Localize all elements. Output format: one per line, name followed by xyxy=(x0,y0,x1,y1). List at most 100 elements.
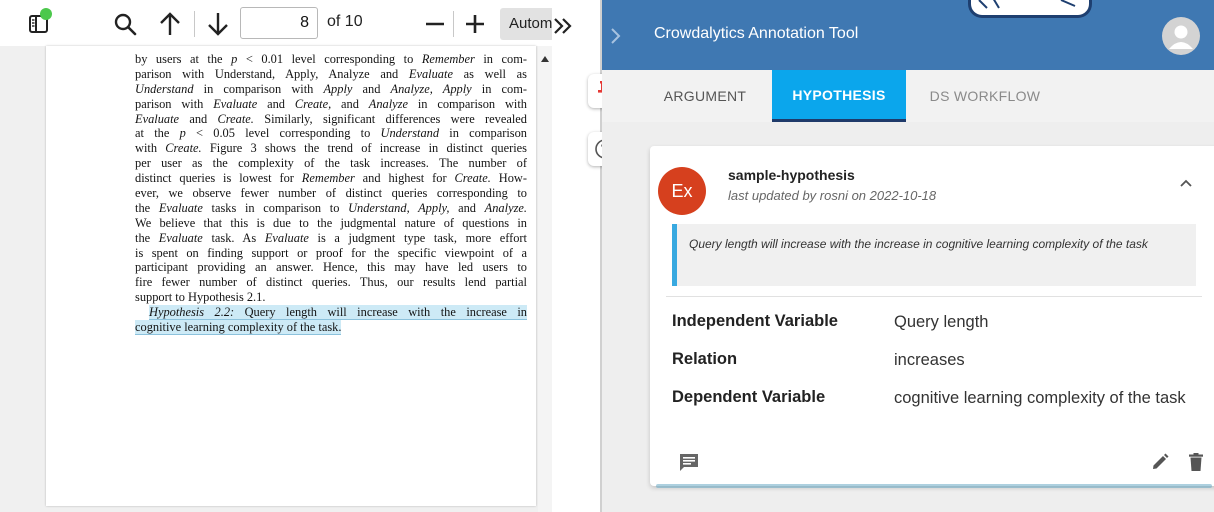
pdf-text-line: with Create. Figure 3 shows the trend of… xyxy=(135,141,527,156)
text-run: fire fewer number of distinct queries. T… xyxy=(135,275,527,290)
pdf-text-line: fire fewer number of distinct queries. T… xyxy=(135,275,527,290)
pdf-scrollbar[interactable] xyxy=(538,46,552,512)
zoom-select[interactable]: Automatic Zoom xyxy=(500,8,552,40)
tab-bar: ARGUMENT HYPOTHESIS DS WORKFLOW xyxy=(602,70,1214,122)
comment-button[interactable] xyxy=(678,452,700,472)
text-run: How- xyxy=(490,171,527,186)
collapse-panel-button[interactable] xyxy=(552,14,574,38)
text-run: Evaluate xyxy=(158,200,203,215)
text-run: in comparison with xyxy=(193,81,324,96)
pdf-text-line: is spent on finding support or proof for… xyxy=(135,246,527,261)
property-value-relation: increases xyxy=(894,351,965,369)
text-run: Remember xyxy=(301,171,355,186)
find-button[interactable] xyxy=(110,9,140,39)
toolbar-divider xyxy=(194,11,195,37)
pdf-text-line: parison with Evaluate and Create, and An… xyxy=(135,97,527,112)
card-subtitle: last updated by rosni on 2022-10-18 xyxy=(728,188,937,203)
text-run: tasks in comparison to xyxy=(202,200,349,215)
chevron-up-icon xyxy=(1180,179,1192,187)
text-run: < 0.01 level corresponding to xyxy=(237,52,422,66)
highlighted-text: Query length will increase with the incr… xyxy=(234,305,527,321)
page-number-input[interactable] xyxy=(240,7,318,39)
hypothesis-quote: Query length will increase with the incr… xyxy=(672,224,1196,286)
plus-icon xyxy=(466,15,484,33)
tab-hypothesis[interactable]: HYPOTHESIS xyxy=(772,70,906,122)
pdf-viewer: of 10 Automatic Zoom by users at the p <… xyxy=(0,0,552,512)
zoom-in-button[interactable] xyxy=(462,10,488,38)
pdf-text-line: participant providing an answer. Hence, … xyxy=(135,260,527,275)
pdf-text-line: support to Hypothesis 2.1. xyxy=(135,290,527,305)
text-run: and xyxy=(331,96,369,111)
page-count-label: of 10 xyxy=(327,13,363,30)
text-run: Analyze. xyxy=(484,200,527,215)
pdf-text-line: at the p < 0.05 level corresponding to U… xyxy=(135,126,527,141)
property-label-dependent-variable: Dependent Variable xyxy=(672,388,826,406)
notification-dot xyxy=(40,8,52,20)
text-run: the xyxy=(135,230,159,245)
pdf-text-line: cognitive learning complexity of the tas… xyxy=(135,320,527,336)
arrow-up-icon xyxy=(160,12,180,35)
text-run: Similarly, significant differences were … xyxy=(253,111,527,126)
pdf-text-line: Understand in comparison with Apply and … xyxy=(135,82,527,97)
text-run: with xyxy=(135,141,166,156)
tab-argument[interactable]: ARGUMENT xyxy=(650,70,760,122)
text-run: Create. xyxy=(165,141,202,156)
arrow-down-icon xyxy=(208,13,228,36)
zoom-out-button[interactable] xyxy=(422,10,448,38)
card-bottom-accent xyxy=(656,484,1212,488)
text-run: and xyxy=(352,81,391,96)
user-icon xyxy=(1169,25,1193,49)
pdf-text-line: Hypothesis 2.2: Query length will increa… xyxy=(135,305,527,321)
text-run: and xyxy=(449,200,485,215)
pdf-toolbar: of 10 Automatic Zoom xyxy=(0,0,552,46)
text-run: as well as xyxy=(452,66,527,81)
text-run: Evaluate xyxy=(264,230,309,245)
tab-ds-workflow[interactable]: DS WORKFLOW xyxy=(922,70,1048,122)
text-run: in com- xyxy=(471,81,527,96)
text-run: parison with xyxy=(135,96,214,111)
edit-button[interactable] xyxy=(1150,452,1170,472)
delete-button[interactable] xyxy=(1188,452,1204,472)
highlighted-text: cognitive learning complexity of the tas… xyxy=(135,320,342,336)
text-run: Evaluate xyxy=(213,96,258,111)
property-label-independent-variable: Independent Variable xyxy=(672,312,838,330)
scroll-up-arrow-icon[interactable] xyxy=(541,56,549,62)
pdf-text-line: by users at the p < 0.01 level correspon… xyxy=(135,52,527,67)
text-run: in comparison with xyxy=(408,96,527,111)
user-avatar[interactable] xyxy=(1162,17,1200,55)
pdf-text-line: Evaluate and Create. Similarly, signific… xyxy=(135,112,527,127)
pdf-text-line: the Evaluate tasks in comparison to Unde… xyxy=(135,201,527,216)
expand-sidebar-button[interactable] xyxy=(608,24,624,48)
double-chevron-right-icon xyxy=(554,18,572,34)
text-run: is a judgment type task, more effort xyxy=(308,230,527,245)
pdf-text-line: ever, we observe fewer number of distinc… xyxy=(135,186,527,201)
search-icon xyxy=(114,13,137,36)
card-divider xyxy=(666,296,1202,297)
text-run: ever, we observe fewer number of distinc… xyxy=(135,186,527,201)
text-run: Remember xyxy=(421,52,475,66)
text-run: distinct queries is lowest for xyxy=(135,171,302,186)
sidebar-toggle-button[interactable] xyxy=(24,8,54,38)
app-header: Crowdalytics Annotation Tool xyxy=(602,0,1214,70)
property-value-independent-variable: Query length xyxy=(894,313,989,331)
previous-page-button[interactable] xyxy=(156,8,184,40)
collapse-card-button[interactable] xyxy=(1176,174,1196,192)
text-run: Create. xyxy=(217,111,254,126)
pdf-text-line: the Evaluate task. As Evaluate is a judg… xyxy=(135,231,527,246)
text-run: participant providing an answer. Hence, … xyxy=(135,260,527,275)
text-run: in comparison xyxy=(439,126,527,141)
chevron-right-icon xyxy=(611,28,621,44)
text-run: is spent on finding support or proof for… xyxy=(135,245,527,260)
pdf-page: by users at the p < 0.01 level correspon… xyxy=(46,46,536,506)
property-label-relation: Relation xyxy=(672,350,738,368)
text-run: parison with Understand, Apply, Analyze … xyxy=(135,66,409,81)
text-run: We believe that this is due to the judgm… xyxy=(135,215,527,230)
annotation-panel: Crowdalytics Annotation Tool ARGUMENT HY… xyxy=(602,0,1214,512)
text-run: at the xyxy=(135,126,180,141)
text-run: the xyxy=(135,200,159,215)
highlighted-text: Hypothesis 2.2: xyxy=(149,305,235,321)
text-run: Create, xyxy=(294,96,332,111)
app-title: Crowdalytics Annotation Tool xyxy=(654,25,859,42)
trash-icon xyxy=(1189,453,1203,471)
next-page-button[interactable] xyxy=(204,8,232,40)
